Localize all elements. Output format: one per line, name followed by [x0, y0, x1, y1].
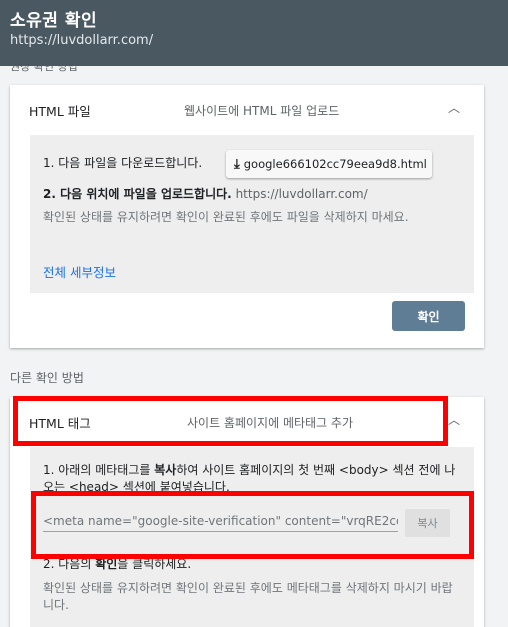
step-verify-bold: 확인	[95, 557, 118, 571]
step-download-text: 1. 다음 파일을 다운로드합니다.	[43, 156, 203, 170]
html-file-title[interactable]: HTML 파일	[29, 101, 91, 120]
keep-file-note: 확인된 상태를 유지하려면 확인이 완료된 후에도 파일을 삭제하지 마세요.	[43, 210, 409, 224]
property-url: https://luvdollarr.com/	[10, 33, 154, 48]
chevron-up-icon[interactable]: ︿	[448, 99, 460, 116]
other-methods-label: 다른 확인 방법	[10, 371, 84, 385]
step-copy-bold: 복사	[154, 463, 177, 477]
verify-button[interactable]: 확인	[392, 301, 465, 331]
page-title: 소유권 확인	[10, 11, 98, 31]
full-details-link[interactable]: 전체 세부정보	[43, 262, 116, 281]
step-verify-suffix: 을 클릭하세요.	[117, 557, 192, 571]
download-file-label: google666102cc79eea9d8.html	[243, 157, 427, 171]
step-upload: 2. 다음 위치에 파일을 업로드합니다. https://luvdollarr…	[43, 185, 368, 202]
download-file-button[interactable]: ⤓ google666102cc79eea9d8.html	[226, 150, 432, 178]
highlight-box-html-tag	[13, 396, 448, 446]
html-file-subtitle[interactable]: 웹사이트에 HTML 파일 업로드	[184, 102, 339, 119]
highlight-box-meta-tag	[31, 491, 474, 559]
upload-location-url: https://luvdollarr.com/	[235, 187, 368, 201]
app-header: 소유권 확인 https://luvdollarr.com/	[0, 0, 508, 66]
step-copy-prefix: 1. 아래의 메타태그를	[43, 463, 155, 477]
step-verify-prefix: 2. 다음의	[43, 557, 96, 571]
chevron-up-icon[interactable]: ︿	[448, 411, 460, 428]
html-file-instructions: 1. 다음 파일을 다운로드합니다. ⤓ google666102cc79eea…	[30, 135, 474, 293]
step-upload-text: 2. 다음 위치에 파일을 업로드합니다.	[43, 187, 232, 201]
keep-meta-note: 확인된 상태를 유지하려면 확인이 완료된 후에도 메타태그를 삭제하지 마시기…	[43, 581, 453, 612]
html-file-card: HTML 파일 웹사이트에 HTML 파일 업로드 ︿ 1. 다음 파일을 다운…	[10, 85, 484, 348]
download-icon: ⤓	[234, 156, 240, 172]
